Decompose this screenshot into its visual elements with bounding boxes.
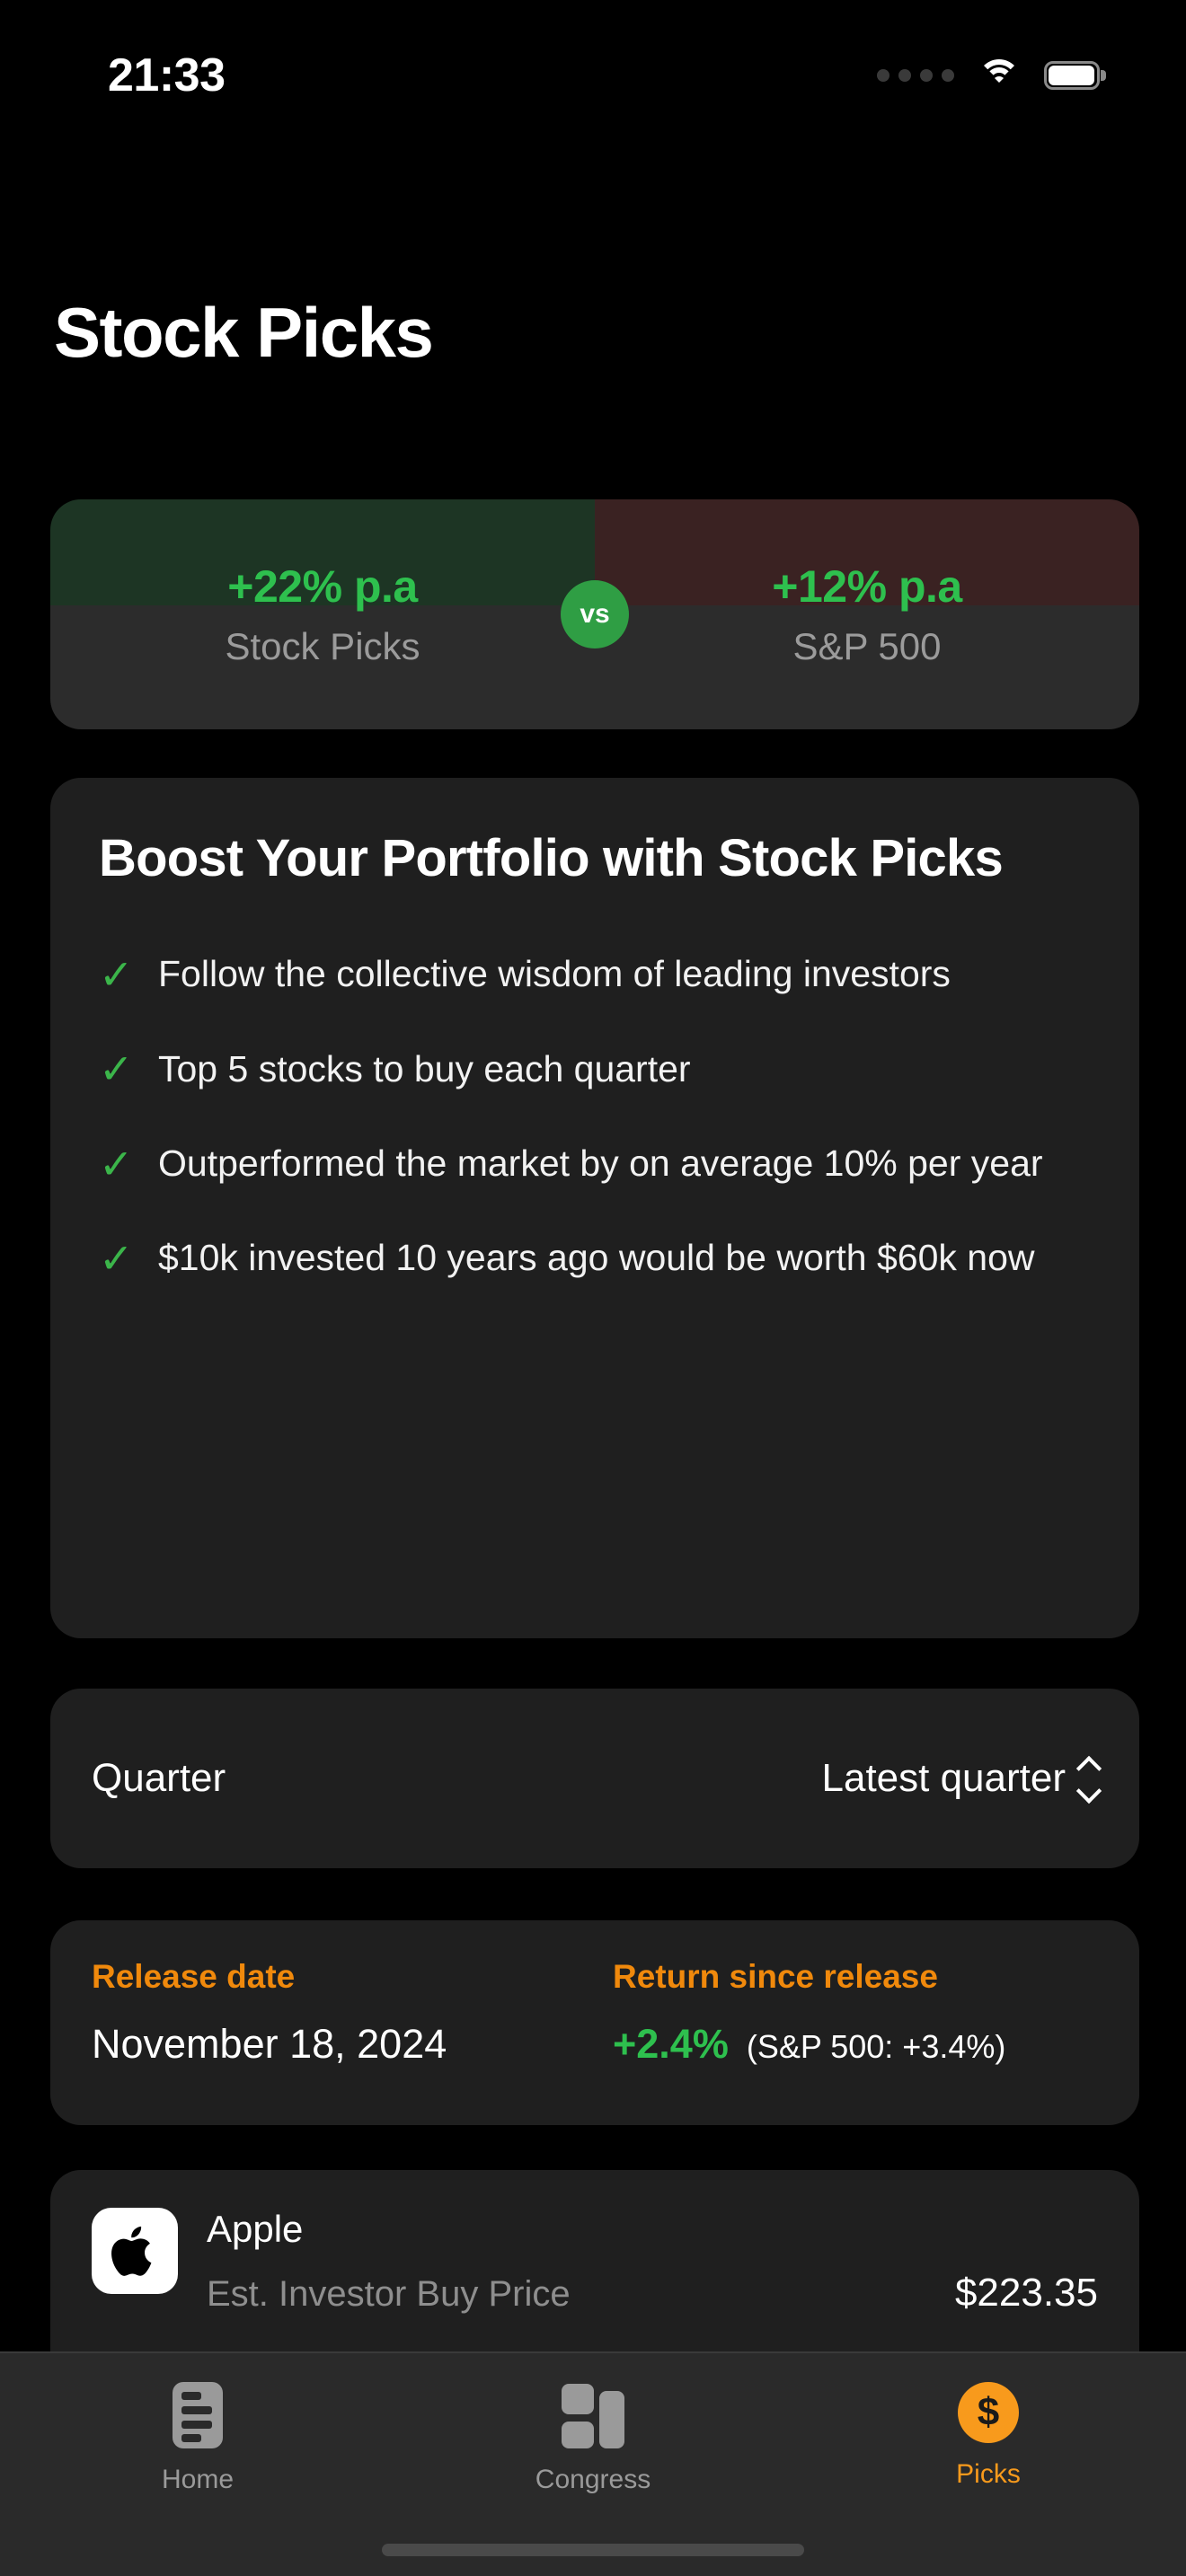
comparison-right-percent: +12% p.a [772, 561, 962, 612]
comparison-left-stock-picks: +22% p.a Stock Picks [50, 499, 595, 729]
cellular-dots-icon [877, 69, 954, 82]
chevron-up-down-icon [1075, 1755, 1102, 1804]
performance-comparison-banner: +22% p.a Stock Picks +12% p.a S&P 500 vs [50, 499, 1139, 729]
check-icon: ✓ [99, 951, 134, 999]
home-list-icon [173, 2382, 223, 2448]
tab-picks-label: Picks [956, 2459, 1021, 2489]
boost-card-bullet-list: ✓ Follow the collective wisdom of leadin… [99, 950, 1091, 1282]
list-item: ✓ Outperformed the market by on average … [99, 1140, 1091, 1187]
release-info-card: Release date November 18, 2024 Return si… [50, 1920, 1139, 2125]
apple-logo-icon [92, 2208, 178, 2294]
benchmark-value: (S&P 500: +3.4%) [746, 2028, 1006, 2065]
tab-home[interactable]: Home [0, 2353, 395, 2502]
quarter-selected-text: Latest quarter [821, 1756, 1067, 1800]
comparison-left-name: Stock Picks [225, 625, 420, 667]
wifi-icon [978, 59, 1021, 92]
bullet-text: Outperformed the market by on average 10… [158, 1142, 1043, 1185]
boost-card-title: Boost Your Portfolio with Stock Picks [99, 829, 1004, 887]
stock-sub-label: Est. Investor Buy Price [207, 2274, 571, 2314]
app-screen: 21:33 Stock Picks +22% p.a Stock Picks +… [0, 0, 1186, 2576]
stock-price: $223.35 [954, 2271, 1098, 2315]
check-icon: ✓ [99, 1234, 134, 1282]
return-values: +2.4% (S&P 500: +3.4%) [613, 2021, 1005, 2068]
quarter-label: Quarter [92, 1756, 226, 1800]
status-bar: 21:33 [0, 0, 1186, 135]
comparison-right-sp500: +12% p.a S&P 500 [595, 499, 1139, 729]
vs-badge: vs [561, 580, 629, 648]
list-item: ✓ $10k invested 10 years ago would be wo… [99, 1234, 1091, 1282]
comparison-right-name: S&P 500 [792, 625, 942, 667]
release-date-block: Release date November 18, 2024 [92, 1958, 613, 2087]
release-date-value: November 18, 2024 [92, 2021, 447, 2067]
status-time: 21:33 [108, 49, 226, 101]
bottom-tab-bar: Home Congress $ Picks [0, 2351, 1186, 2576]
stock-name: Apple [207, 2208, 304, 2250]
tab-congress[interactable]: Congress [395, 2353, 791, 2502]
quarter-value[interactable]: Latest quarter [821, 1755, 1102, 1804]
tab-picks[interactable]: $ Picks [791, 2353, 1186, 2502]
bullet-text: Follow the collective wisdom of leading … [158, 953, 951, 995]
return-value: +2.4% [613, 2021, 729, 2067]
status-indicators [877, 59, 1106, 92]
bullet-text: Top 5 stocks to buy each quarter [158, 1047, 691, 1090]
list-item: ✓ Follow the collective wisdom of leadin… [99, 950, 1091, 998]
bullet-text: $10k invested 10 years ago would be wort… [158, 1237, 1035, 1279]
check-icon: ✓ [99, 1140, 134, 1187]
tab-congress-label: Congress [535, 2465, 651, 2494]
home-indicator [382, 2544, 804, 2556]
congress-blocks-icon [562, 2382, 624, 2448]
return-label: Return since release [613, 1958, 938, 1995]
return-since-release-block: Return since release +2.4% (S&P 500: +3.… [613, 1958, 1005, 2087]
page-title: Stock Picks [54, 293, 434, 372]
tab-home-label: Home [161, 2465, 235, 2494]
comparison-left-percent: +22% p.a [227, 561, 418, 612]
battery-full-icon [1044, 61, 1106, 90]
list-item: ✓ Top 5 stocks to buy each quarter [99, 1045, 1091, 1093]
boost-portfolio-card: Boost Your Portfolio with Stock Picks ✓ … [50, 778, 1139, 1638]
quarter-selector[interactable]: Quarter Latest quarter [50, 1689, 1139, 1868]
dollar-circle-icon: $ [958, 2382, 1019, 2443]
release-date-label: Release date [92, 1958, 296, 1995]
check-icon: ✓ [99, 1045, 134, 1093]
